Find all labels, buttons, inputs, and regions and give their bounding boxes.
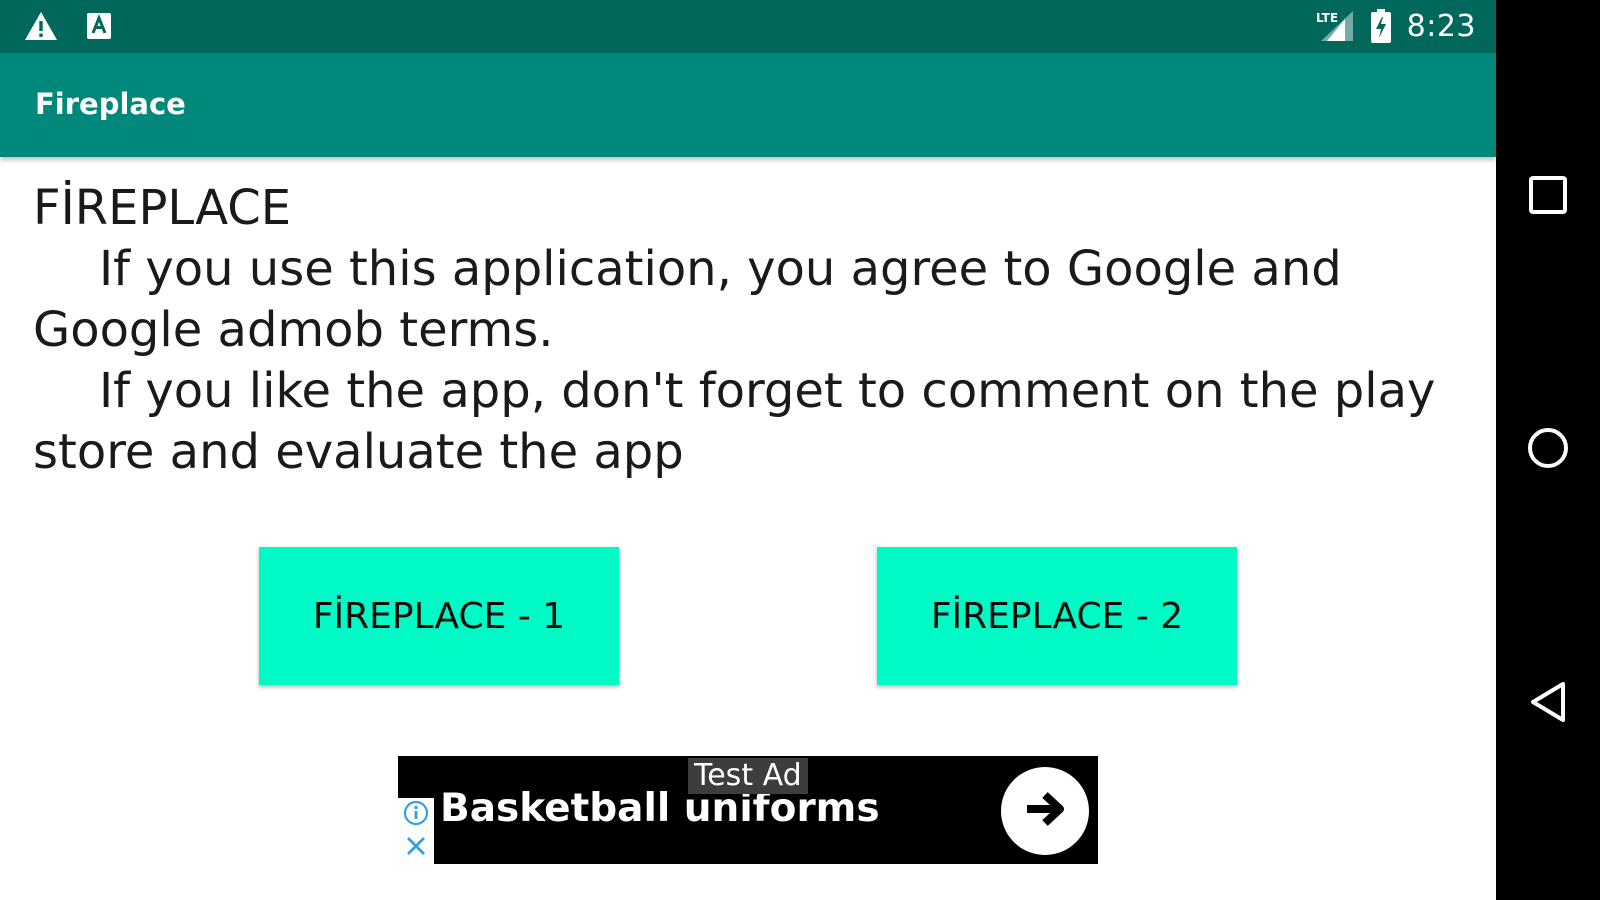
status-clock: 8:23 (1406, 8, 1476, 44)
review-paragraph: If you like the app, don't forget to com… (33, 363, 1436, 480)
home-icon (1526, 426, 1570, 475)
notification-a-icon (86, 12, 112, 40)
ad-arrow-button[interactable] (1001, 767, 1089, 855)
recents-icon (1528, 175, 1568, 220)
fireplace-2-button[interactable]: FİREPLACE - 2 (877, 547, 1237, 685)
svg-text:LTE: LTE (1316, 11, 1338, 25)
back-icon (1527, 680, 1569, 729)
ad-close-icon[interactable] (404, 834, 428, 863)
test-ad-label: Test Ad (688, 758, 808, 794)
battery-charging-icon (1370, 9, 1391, 43)
back-button[interactable] (1523, 679, 1573, 729)
status-left-icons (24, 10, 112, 42)
fireplace-1-button[interactable]: FİREPLACE - 1 (259, 547, 619, 685)
recents-button[interactable] (1523, 172, 1573, 222)
terms-paragraph: If you use this application, you agree t… (33, 241, 1342, 358)
signal-lte-icon: LTE (1315, 9, 1355, 43)
app-title: Fireplace (35, 87, 186, 121)
navigation-bar (1496, 0, 1600, 900)
arrow-right-icon (1023, 789, 1067, 834)
ad-banner[interactable]: Test Ad Basketball uniforms (398, 756, 1098, 864)
ad-choices[interactable] (398, 798, 434, 864)
content-heading: FİREPLACE (33, 180, 292, 236)
ad-info-icon[interactable] (403, 800, 429, 831)
warning-icon (24, 11, 58, 41)
status-right-icons: LTE 8:23 (1315, 8, 1476, 44)
app-bar: Fireplace (0, 53, 1496, 157)
status-bar: LTE 8:23 (0, 0, 1496, 53)
app-screen: LTE 8:23 Fireplace FİREPLACE If you use … (0, 0, 1496, 900)
terms-text: FİREPLACE If you use this application, y… (33, 178, 1473, 483)
home-button[interactable] (1523, 425, 1573, 475)
ad-headline[interactable]: Basketball uniforms (440, 786, 880, 831)
